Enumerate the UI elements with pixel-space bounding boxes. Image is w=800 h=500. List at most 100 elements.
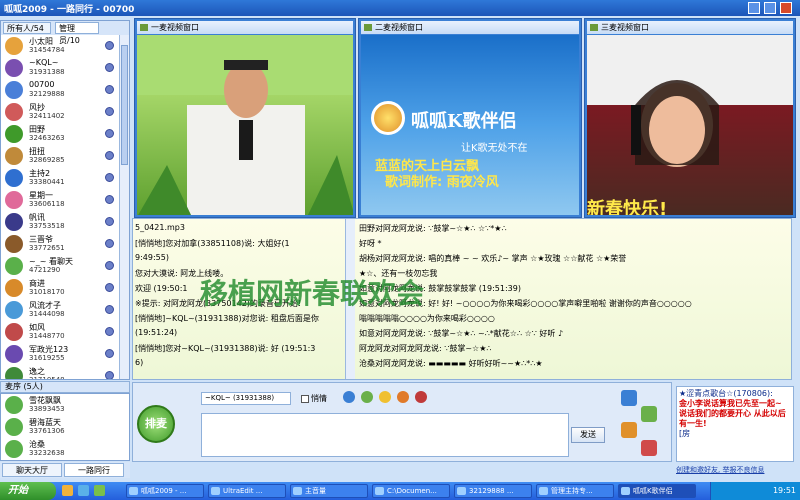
- user-list-item[interactable]: 00700 32129888: [1, 79, 119, 101]
- quick-launch-icon[interactable]: [94, 485, 105, 496]
- user-list-item[interactable]: 如风 31448770: [1, 321, 119, 343]
- user-list-item[interactable]: ~KQL~ 31931388: [1, 57, 119, 79]
- chat-message: (19:51:24): [135, 328, 178, 337]
- emoji-icon[interactable]: [379, 391, 391, 403]
- star-icon[interactable]: [641, 440, 657, 456]
- gift-icon[interactable]: [397, 391, 409, 403]
- send-button[interactable]: 发送: [571, 427, 605, 443]
- avatar: [5, 125, 23, 143]
- camera-status-icon: [105, 371, 114, 379]
- taskbar-button[interactable]: 呱呱2009 - ...: [126, 484, 204, 498]
- mic-user-id: 33761306: [29, 427, 65, 435]
- user-id: 32869285: [29, 156, 65, 164]
- avatar: [5, 367, 23, 379]
- avatar: [5, 279, 23, 297]
- user-list-item[interactable]: 星期一 33606118: [1, 189, 119, 211]
- music-icon[interactable]: [641, 406, 657, 422]
- karaoke-slogan: 让K歌无处不在: [461, 143, 528, 154]
- close-icon[interactable]: [780, 2, 792, 14]
- chat-message: 9:49:55): [135, 253, 169, 262]
- camera-status-icon: [105, 129, 114, 138]
- tab-chat-hall[interactable]: 聊天大厅: [2, 463, 62, 477]
- room-links[interactable]: 创建和邀好友, 举报不良信息: [676, 465, 800, 475]
- brush-icon[interactable]: [361, 391, 373, 403]
- user-list-item[interactable]: 主持2 33380441: [1, 167, 119, 189]
- user-list-item[interactable]: 风抄 32411402: [1, 101, 119, 123]
- karaoke-logo: 呱呱K歌伴侣: [411, 111, 517, 132]
- tab-admins[interactable]: 管理员/10: [55, 22, 99, 45]
- start-button[interactable]: 开始: [0, 482, 56, 500]
- user-id: 31454784: [29, 46, 65, 54]
- private-label: 悄情: [311, 394, 327, 403]
- font-icon[interactable]: [343, 391, 355, 403]
- user-list-item[interactable]: 军政光123 31619255: [1, 343, 119, 365]
- user-list-scrollbar[interactable]: [119, 35, 129, 379]
- avatar: [5, 301, 23, 319]
- notice-body: 金小李说话算我已先至一起~ 说话我们的都要开心 从此以后有一生!: [679, 399, 786, 428]
- video-window-2-title: 二麦视频窗口: [361, 21, 579, 34]
- title-bar: 呱呱2009 - 一路同行 - 00700: [0, 0, 800, 16]
- checkbox-icon[interactable]: [301, 394, 309, 403]
- user-list-item[interactable]: 小太阳 31454784: [1, 35, 119, 57]
- taskbar-button[interactable]: UltraEdit ...: [208, 484, 286, 498]
- chat-message: 6): [135, 358, 144, 367]
- taskbar-button[interactable]: 管理主持专...: [536, 484, 614, 498]
- chat-message: 阿龙阿龙对阿龙阿龙说: ∵鼓掌~☆★∴: [359, 344, 492, 353]
- mic-queue-item[interactable]: 雪花飘飘 33893453: [1, 394, 129, 416]
- avatar: [5, 81, 23, 99]
- camera-status-icon: [105, 217, 114, 226]
- taskbar-button[interactable]: 主音量: [290, 484, 368, 498]
- avatar: [5, 169, 23, 187]
- user-list-item[interactable]: 扭扭 32869285: [1, 145, 119, 167]
- quick-launch-icon[interactable]: [78, 485, 89, 496]
- video-window-3[interactable]: 三麦视频窗口 新春快乐!: [584, 18, 796, 218]
- mic-queue-item[interactable]: 碧海蓝天 33761306: [1, 416, 129, 438]
- avatar: [5, 37, 23, 55]
- cart-icon[interactable]: [621, 422, 637, 438]
- tab-all-users[interactable]: 所有人/54: [3, 22, 51, 34]
- message-input[interactable]: [201, 413, 569, 457]
- user-list-item[interactable]: 风流才子 31444098: [1, 299, 119, 321]
- user-id: 4721290: [29, 266, 61, 274]
- mic-queue-item[interactable]: 沧桑 33232638: [1, 438, 129, 460]
- input-area: 排麦 ~KQL~ (31931388) 悄情 发送: [132, 382, 672, 462]
- settings-icon[interactable]: [621, 390, 637, 406]
- taskbar-button[interactable]: C:\Documen...: [372, 484, 450, 498]
- maximize-icon[interactable]: [764, 2, 776, 14]
- taskbar-button[interactable]: 32129888 ...: [454, 484, 532, 498]
- lyric-line-2: 歌词制作: 雨夜冷风: [385, 175, 499, 190]
- mic-queue-list: 雪花飘飘 33893453 碧海蓝天 33761306 沧桑 33232638: [0, 393, 130, 461]
- user-list: 小太阳 31454784 ~KQL~ 31931388 00700 32129888 风抄 3…: [1, 35, 119, 379]
- taskbar-button[interactable]: 呱呱K歌伴侣: [618, 484, 696, 498]
- camera-status-icon: [105, 283, 114, 292]
- avatar: [5, 323, 23, 341]
- flower-icon[interactable]: [415, 391, 427, 403]
- avatar: [5, 213, 23, 231]
- minimize-icon[interactable]: [748, 2, 760, 14]
- user-list-item[interactable]: ~_~ 看聊天 4721290: [1, 255, 119, 277]
- user-list-item[interactable]: 田野 32463263: [1, 123, 119, 145]
- user-id: 31448770: [29, 332, 65, 340]
- private-checkbox[interactable]: 悄情: [301, 393, 327, 404]
- quick-launch-icon[interactable]: [62, 485, 73, 496]
- video-feed-1: [137, 35, 353, 215]
- notice-suffix: [房: [679, 429, 691, 438]
- user-list-item[interactable]: 商进 31018170: [1, 277, 119, 299]
- video-window-2[interactable]: 二麦视频窗口 呱呱K歌伴侣 让K歌无处不在 蓝蓝的天上白云飘 歌词制作: 雨夜冷…: [358, 18, 582, 218]
- avatar: [5, 257, 23, 275]
- chat-message: 嗡嗡嗡嗡嗡○○○○为你来喝彩○○○○: [359, 314, 495, 323]
- user-id: 32129888: [29, 90, 65, 98]
- room-tabs: 聊天大厅 一路同行: [0, 462, 130, 478]
- user-id: 33753518: [29, 222, 65, 230]
- user-list-item[interactable]: 三晋爷 33772651: [1, 233, 119, 255]
- video-window-1[interactable]: 一麦视频窗口: [134, 18, 356, 218]
- user-id: 31018170: [29, 288, 65, 296]
- chat-target-select[interactable]: ~KQL~ (31931388): [201, 392, 291, 405]
- festival-banner: 移植网新春联欢会: [200, 277, 425, 310]
- tab-room[interactable]: 一路同行: [64, 463, 124, 477]
- user-list-item[interactable]: 帆讯 33753518: [1, 211, 119, 233]
- avatar: [5, 191, 23, 209]
- chat-message: 胡杨对阿龙阿龙说: 唱的真棒 ~ ~ 欢乐♪~ 掌声 ☆★玫瑰 ☆☆献花 ☆★荣…: [359, 254, 627, 263]
- queue-mic-button[interactable]: 排麦: [137, 405, 175, 443]
- user-list-item[interactable]: 逸之31710548: [1, 365, 119, 379]
